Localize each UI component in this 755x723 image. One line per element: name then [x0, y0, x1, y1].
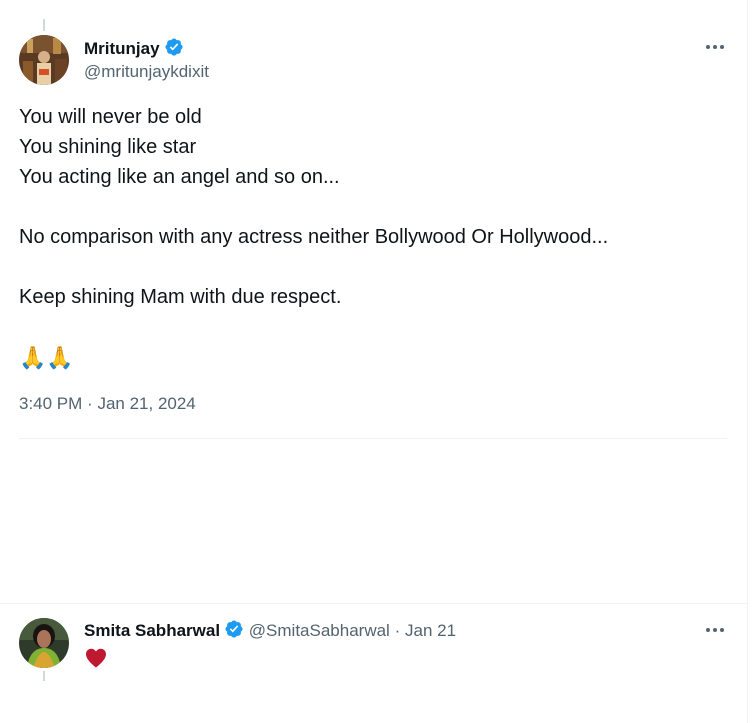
reply-author-name[interactable]: Smita Sabharwal [84, 621, 220, 640]
more-horizontal-icon [706, 628, 724, 632]
tweet-line: You will never be old [19, 106, 202, 128]
main-author-handle[interactable]: @mritunjaykdixit [84, 62, 209, 82]
reply-date[interactable]: Jan 21 [405, 621, 456, 640]
reply-more-options-button[interactable] [702, 620, 728, 640]
main-more-options-button[interactable] [702, 37, 728, 57]
tweet-line: No comparison with any actress neither B… [19, 226, 609, 248]
smita-avatar[interactable] [19, 618, 69, 668]
reply-top-divider [0, 603, 747, 604]
thread-line-bottom [43, 671, 45, 681]
red-heart-icon [84, 646, 108, 670]
tweet-timestamp[interactable]: 3:40 PM · Jan 21, 2024 [19, 394, 196, 414]
more-horizontal-icon [706, 45, 724, 49]
tweet-line: You shining like star [19, 136, 197, 158]
main-author-name[interactable]: Mritunjay [84, 39, 160, 58]
main-tweet-text: You will never be old You shining like s… [19, 102, 608, 312]
main-author-row: Mritunjay [84, 37, 184, 59]
reply-author-handle[interactable]: @SmitaSabharwal [249, 621, 390, 640]
thread-line-top [43, 19, 45, 31]
folded-hands-emoji: 🙏🙏 [19, 345, 74, 370]
reply-separator: · [394, 621, 401, 640]
tweet-date: Jan 21, 2024 [97, 394, 196, 413]
tweet-line: You acting like an angel and so on... [19, 166, 340, 188]
verified-badge-icon [224, 619, 244, 639]
tweet-time: 3:40 PM [19, 394, 83, 413]
reply-author-row: Smita Sabharwal @SmitaSabharwal · Jan 21 [84, 619, 456, 641]
timeline-border [747, 0, 748, 723]
verified-badge-icon [164, 37, 184, 57]
meta-separator: · [87, 394, 93, 413]
tweet-line: Keep shining Mam with due respect. [19, 286, 342, 308]
tweet-divider [19, 438, 727, 439]
mritunjay-avatar[interactable] [19, 35, 69, 85]
